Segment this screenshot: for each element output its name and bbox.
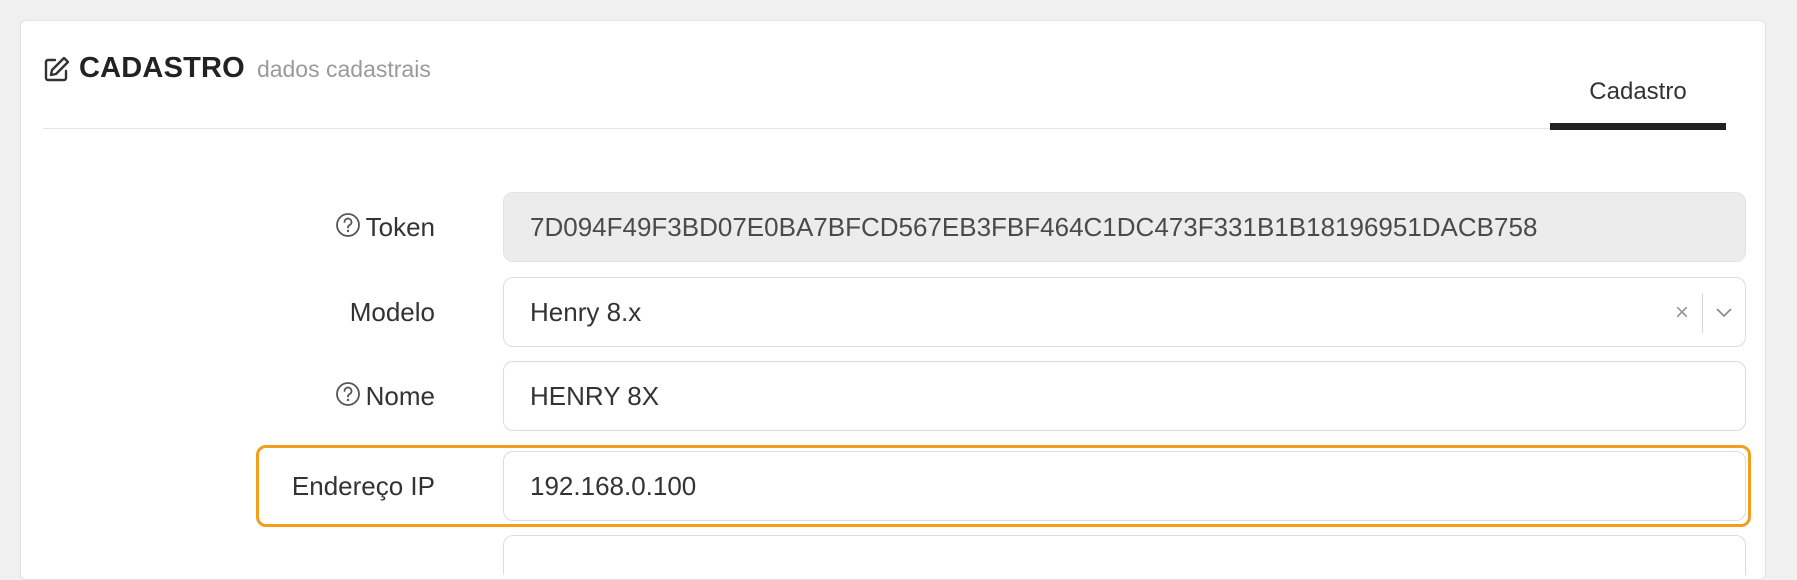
endereco-ip-label: Endereço IP	[292, 451, 435, 521]
nome-label: Nome	[335, 361, 435, 431]
form-row-nome: Nome HENRY 8X	[0, 361, 1797, 431]
edit-icon	[43, 55, 71, 83]
tab-cadastro[interactable]: Cadastro	[1550, 60, 1726, 144]
endereco-ip-label-text: Endereço IP	[291, 470, 435, 501]
select-controls: ×	[1662, 278, 1745, 346]
chevron-down-icon[interactable]	[1703, 278, 1745, 346]
modelo-selected-value: Henry 8.x	[530, 296, 642, 327]
form-row-modelo: Modelo Henry 8.x ×	[0, 277, 1797, 347]
question-circle-icon[interactable]	[335, 212, 361, 238]
header-divider	[43, 128, 1725, 129]
tab-active-indicator	[1550, 123, 1726, 130]
page-title: CADASTRO	[79, 52, 245, 84]
clear-icon[interactable]: ×	[1662, 299, 1702, 327]
next-field-partial[interactable]	[503, 535, 1746, 575]
token-label: Token	[335, 192, 435, 262]
form-row-token: Token 7D094F49F3BD07E0BA7BFCD567EB3FBF46…	[0, 192, 1797, 262]
nome-input[interactable]: HENRY 8X	[503, 361, 1746, 431]
nome-label-text: Nome	[365, 380, 435, 411]
tab-cadastro-label: Cadastro	[1589, 78, 1687, 105]
section-header: CADASTRO dados cadastrais	[43, 52, 431, 85]
modelo-label-text: Modelo	[349, 296, 435, 327]
token-field: 7D094F49F3BD07E0BA7BFCD567EB3FBF464C1DC4…	[503, 192, 1746, 262]
form-row-endereco-ip: Endereço IP 192.168.0.100	[0, 451, 1797, 521]
modelo-select[interactable]: Henry 8.x ×	[503, 277, 1746, 347]
modelo-label: Modelo	[350, 277, 435, 347]
endereco-ip-input[interactable]: 192.168.0.100	[503, 451, 1746, 521]
page-subtitle: dados cadastrais	[256, 56, 431, 82]
token-label-text: Token	[365, 211, 435, 242]
question-circle-icon[interactable]	[335, 381, 361, 407]
